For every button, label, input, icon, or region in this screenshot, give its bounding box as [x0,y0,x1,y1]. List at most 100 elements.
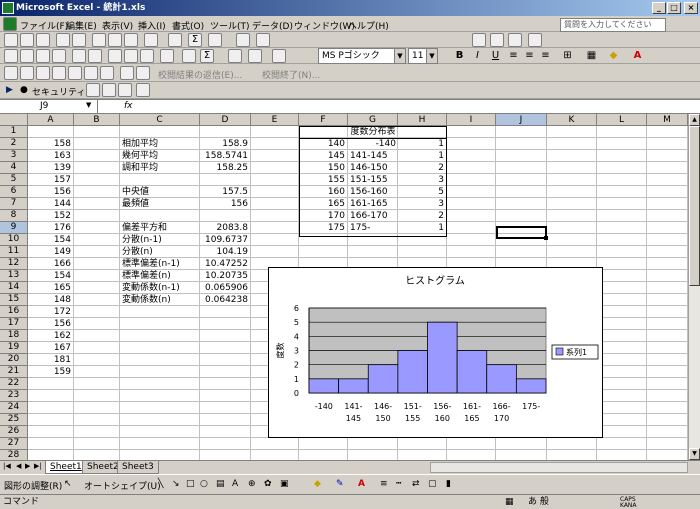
freq-class-label[interactable]: 166-170 [350,210,396,222]
row-header-11[interactable]: 11 [0,246,28,258]
freq-class-label[interactable]: 156-160 [350,186,396,198]
scroll-thumb[interactable] [689,126,700,286]
freq-count[interactable]: 1 [400,150,444,162]
scroll-down-arrow-icon[interactable]: ▼ [689,448,700,460]
print-alt-icon[interactable] [72,49,86,63]
stat-value-D3[interactable]: 158.5741 [202,150,248,162]
freq-class-upper[interactable]: 140 [300,138,345,150]
save-icon[interactable] [36,33,50,47]
cut-icon[interactable] [92,33,106,47]
cell-A21[interactable]: 159 [30,366,71,378]
stat-label-C7[interactable]: 最頻値 [122,198,197,210]
column-header-H[interactable]: H [398,114,447,126]
stat-value-D15[interactable]: 0.064238 [202,294,248,306]
fill-color-button[interactable]: ◆ [606,49,621,63]
review-reply-button[interactable]: 校閲結果の返信(E)... [158,68,242,81]
column-header-M[interactable]: M [647,114,688,126]
freq-class-upper[interactable]: 145 [300,150,345,162]
spellcheck-icon[interactable] [88,49,102,63]
wordart-icon[interactable]: A [232,479,238,489]
column-header-D[interactable]: D [200,114,251,126]
cell-A15[interactable]: 148 [30,294,71,306]
stat-value-D2[interactable]: 158.9 [202,138,248,150]
cell-A10[interactable]: 154 [30,234,71,246]
autoshapes-button[interactable]: オートシェイプ(U) [84,479,161,492]
menu-item-0[interactable]: ファイル(F) [20,19,68,32]
arrow-style-icon[interactable]: ⇄ [412,479,420,489]
autosum-icon[interactable]: Σ [188,33,202,47]
row-header-16[interactable]: 16 [0,306,28,318]
prev-sheet-icon[interactable]: ◀ [16,462,21,470]
print-preview-icon[interactable] [72,33,86,47]
stat-value-D13[interactable]: 10.20735 [202,270,248,282]
sheet-tab-sheet3[interactable]: Sheet3 [117,461,159,474]
arrow-icon[interactable]: ↘ [172,479,180,489]
menu-item-6[interactable]: データ(D) [252,19,293,32]
cell-A20[interactable]: 181 [30,354,71,366]
freq-class-upper[interactable]: 160 [300,186,345,198]
stat-value-D14[interactable]: 0.065906 [202,282,248,294]
freq-class-upper[interactable]: 175 [300,222,345,234]
cell-A3[interactable]: 163 [30,150,71,162]
freq-count[interactable]: 5 [400,186,444,198]
row-header-14[interactable]: 14 [0,282,28,294]
maximize-button[interactable]: □ [667,2,681,14]
help-question-input[interactable]: 質問を入力してください [560,18,666,32]
row-header-17[interactable]: 17 [0,318,28,330]
clipart-icon[interactable]: ✿ [264,479,272,489]
stat-value-D10[interactable]: 109.6737 [202,234,248,246]
review-icon-4[interactable] [52,66,66,80]
row-header-9[interactable]: 9 [0,222,28,234]
vb-editor-icon[interactable] [86,83,100,97]
vertical-scrollbar[interactable]: ▲ ▼ [688,114,700,460]
chevron-down-icon[interactable]: ▼ [426,49,437,63]
row-header-4[interactable]: 4 [0,162,28,174]
first-sheet-icon[interactable]: |◀ [3,462,11,470]
freq-class-label[interactable]: -140 [350,138,396,150]
cell-A16[interactable]: 172 [30,306,71,318]
chart-wizard-icon[interactable] [236,33,250,47]
font-color-icon[interactable]: A [358,479,365,489]
column-header-G[interactable]: G [348,114,398,126]
review-icon-3[interactable] [36,66,50,80]
email-icon[interactable] [52,49,66,63]
stat-label-C2[interactable]: 相加平均 [122,138,197,150]
column-header-K[interactable]: K [547,114,597,126]
font-size-select[interactable]: 11 ▼ [408,48,438,64]
align-center-button[interactable]: ≡ [522,49,537,63]
minimize-button[interactable]: _ [652,2,666,14]
row-header-27[interactable]: 27 [0,438,28,450]
paste-icon[interactable] [124,33,138,47]
column-header-A[interactable]: A [28,114,74,126]
stat-label-C12[interactable]: 標準偏差(n-1) [122,258,197,270]
review-end-button[interactable]: 校閲終了(N)... [262,68,320,81]
hyperlink-icon[interactable] [168,33,182,47]
horizontal-scrollbar[interactable] [430,462,688,473]
new-document-icon[interactable] [4,33,18,47]
align-right-button[interactable]: ≡ [538,49,553,63]
chevron-down-icon[interactable]: ▼ [394,49,405,63]
bold-button[interactable]: B [452,49,467,63]
column-header-C[interactable]: C [120,114,200,126]
cell-A9[interactable]: 176 [30,222,71,234]
stat-label-C15[interactable]: 変動係数(n) [122,294,197,306]
copy-icon[interactable] [108,33,122,47]
row-header-6[interactable]: 6 [0,186,28,198]
row-header-12[interactable]: 12 [0,258,28,270]
cell-A19[interactable]: 167 [30,342,71,354]
row-header-21[interactable]: 21 [0,366,28,378]
row-header-15[interactable]: 15 [0,294,28,306]
freq-class-upper[interactable]: 155 [300,174,345,186]
cell-A6[interactable]: 156 [30,186,71,198]
insert-picture-icon[interactable] [472,33,486,47]
row-header-2[interactable]: 2 [0,138,28,150]
column-header-J[interactable]: J [496,114,547,126]
stat-label-C10[interactable]: 分散(n-1) [122,234,197,246]
select-objects-icon[interactable]: ↖ [64,479,72,489]
copy-alt-icon[interactable] [124,49,138,63]
cell-A2[interactable]: 158 [30,138,71,150]
ime-toolbar-icon[interactable]: ▦ [505,495,514,509]
row-header-24[interactable]: 24 [0,402,28,414]
workbook-icon[interactable] [3,17,17,31]
menu-item-5[interactable]: ツール(T) [210,19,250,32]
